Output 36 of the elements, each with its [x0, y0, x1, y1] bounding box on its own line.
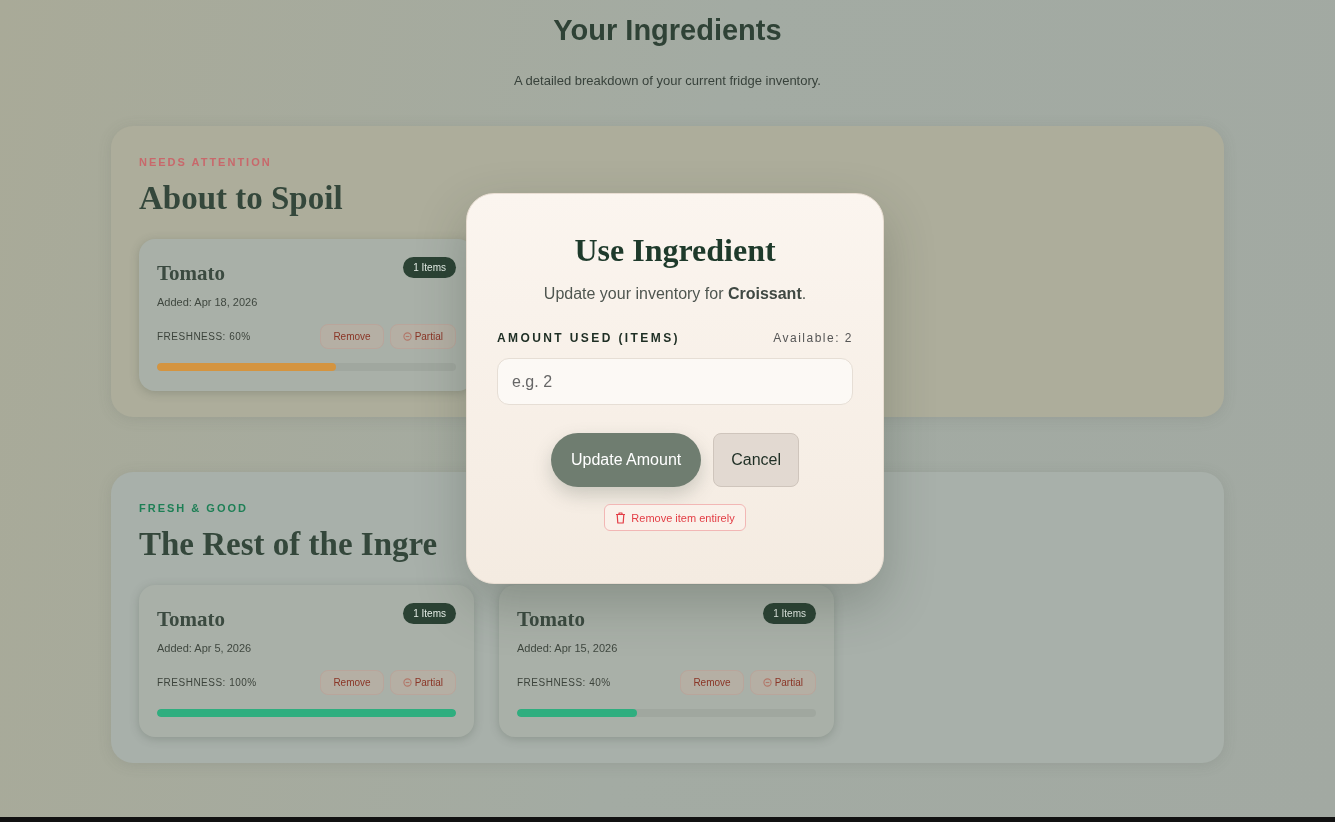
section-title: About to Spoil	[139, 180, 343, 217]
freshness-label: FRESHNESS: 60%	[157, 331, 251, 342]
quantity-badge: 1 Items	[403, 603, 456, 624]
added-date: Added: Apr 5, 2026	[157, 642, 253, 654]
cancel-button[interactable]: Cancel	[713, 433, 800, 487]
quantity-badge: 1 Items	[763, 603, 816, 624]
item-name: Tomato	[517, 607, 586, 632]
amount-field[interactable]: e.g. 2	[497, 358, 853, 405]
quantity-badge: 1 Items	[403, 257, 456, 278]
section-eyebrow: FRESH & GOOD	[139, 502, 248, 514]
remove-button[interactable]: Remove	[320, 670, 384, 695]
remove-button[interactable]: Remove	[320, 324, 384, 349]
item-name: Tomato	[157, 261, 226, 286]
minus-circle-icon	[402, 678, 412, 687]
field-label: AMOUNT USED (ITEMS)	[497, 331, 680, 345]
available-count: Available: 2	[773, 331, 853, 345]
freshness-label: FRESHNESS: 100%	[157, 677, 257, 688]
minus-circle-icon	[402, 332, 412, 341]
dialog-message: Update your inventory for Croissant.	[542, 285, 808, 303]
page-title: Your Ingredients	[552, 14, 783, 47]
item-name: Tomato	[157, 607, 226, 632]
minus-circle-icon	[762, 678, 772, 687]
trash-icon	[615, 511, 627, 524]
added-date: Added: Apr 15, 2026	[517, 642, 619, 654]
partial-button[interactable]: Partial	[749, 670, 816, 695]
freshness-label: FRESHNESS: 40%	[517, 677, 611, 688]
partial-button[interactable]: Partial	[389, 670, 456, 695]
dialog-title: Use Ingredient	[573, 232, 777, 269]
section-eyebrow: NEEDS ATTENTION	[139, 156, 272, 168]
section-title: The Rest of the Ingre	[139, 526, 438, 563]
remove-button[interactable]: Remove	[680, 670, 744, 695]
page-subtitle: A detailed breakdown of your current fridge inventory.	[513, 73, 822, 88]
partial-button[interactable]: Partial	[389, 324, 456, 349]
remove-entirely-button[interactable]: Remove item entirely	[604, 504, 746, 531]
update-button[interactable]: Update Amount	[550, 433, 702, 487]
added-date: Added: Apr 18, 2026	[157, 296, 259, 308]
